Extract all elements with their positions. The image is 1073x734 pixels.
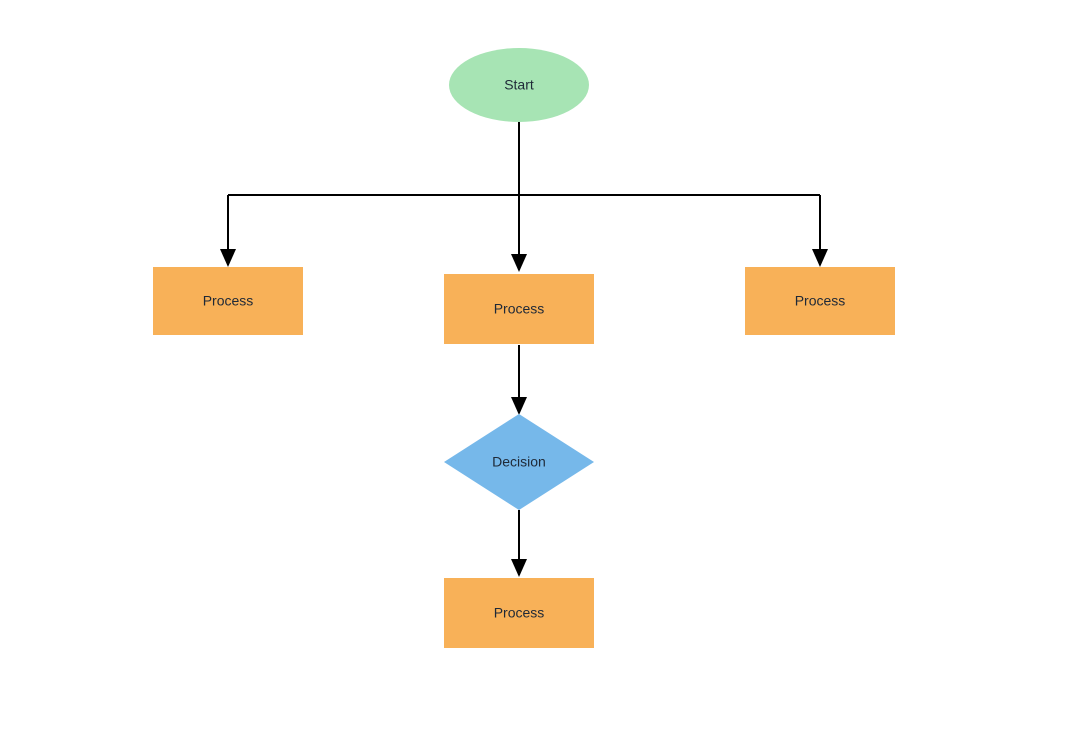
node-process-bottom[interactable]: Process <box>444 578 594 648</box>
node-process-right-label: Process <box>795 293 846 309</box>
flowchart-canvas: Start Process Process Process Decision P… <box>0 0 1073 729</box>
node-process-right[interactable]: Process <box>745 267 895 335</box>
node-decision-label: Decision <box>492 454 546 470</box>
node-process-center[interactable]: Process <box>444 274 594 344</box>
node-start[interactable]: Start <box>449 48 589 122</box>
node-process-left[interactable]: Process <box>153 267 303 335</box>
node-start-label: Start <box>504 77 534 93</box>
node-process-left-label: Process <box>203 293 254 309</box>
node-decision[interactable]: Decision <box>444 414 594 510</box>
node-process-bottom-label: Process <box>494 605 545 621</box>
node-process-center-label: Process <box>494 301 545 317</box>
